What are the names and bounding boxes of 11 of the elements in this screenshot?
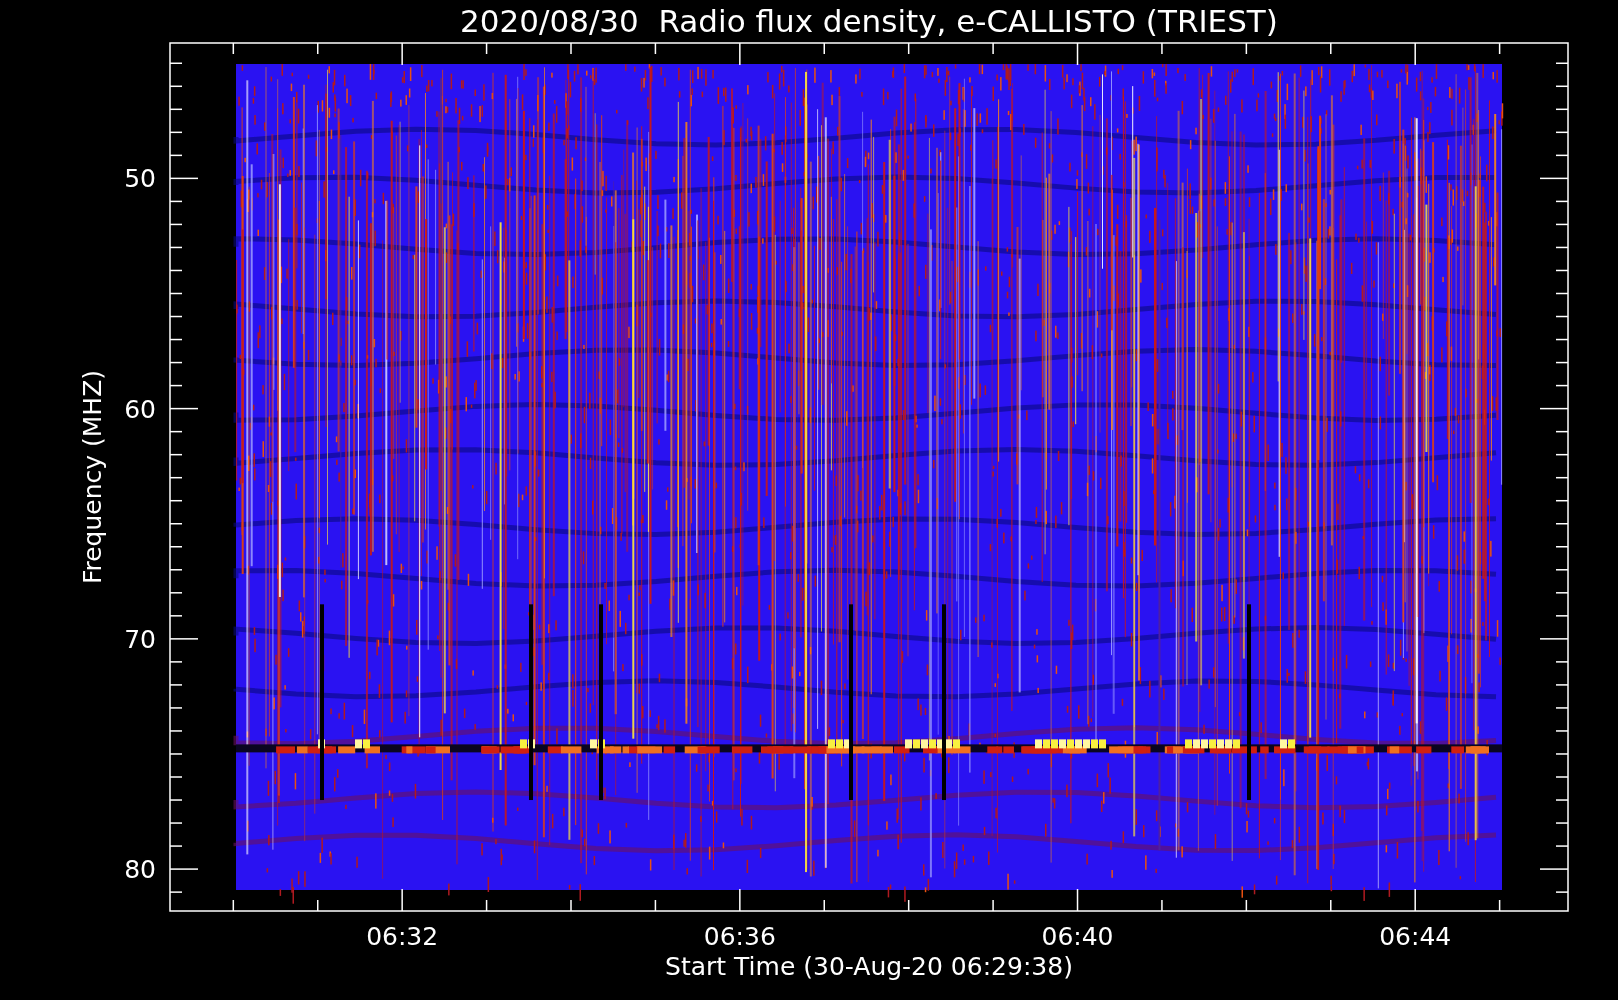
tick-label: 50 [124,164,156,194]
tick-label: 80 [124,855,156,885]
tick-label: 70 [124,624,156,654]
tick-label: 06:40 [1041,922,1114,951]
tick-label: 06:32 [366,922,439,951]
tick-label: 60 [124,394,156,424]
axis-title: Start Time (30-Aug-20 06:29:38) [665,952,1073,981]
tick-label: 06:36 [703,922,776,951]
chart-title: 2020/08/30 Radio flux density, e-CALLISTO (TRIEST) [460,3,1278,39]
tick-label: 06:44 [1379,922,1452,951]
axis-title: Frequency (MHZ) [78,369,107,585]
